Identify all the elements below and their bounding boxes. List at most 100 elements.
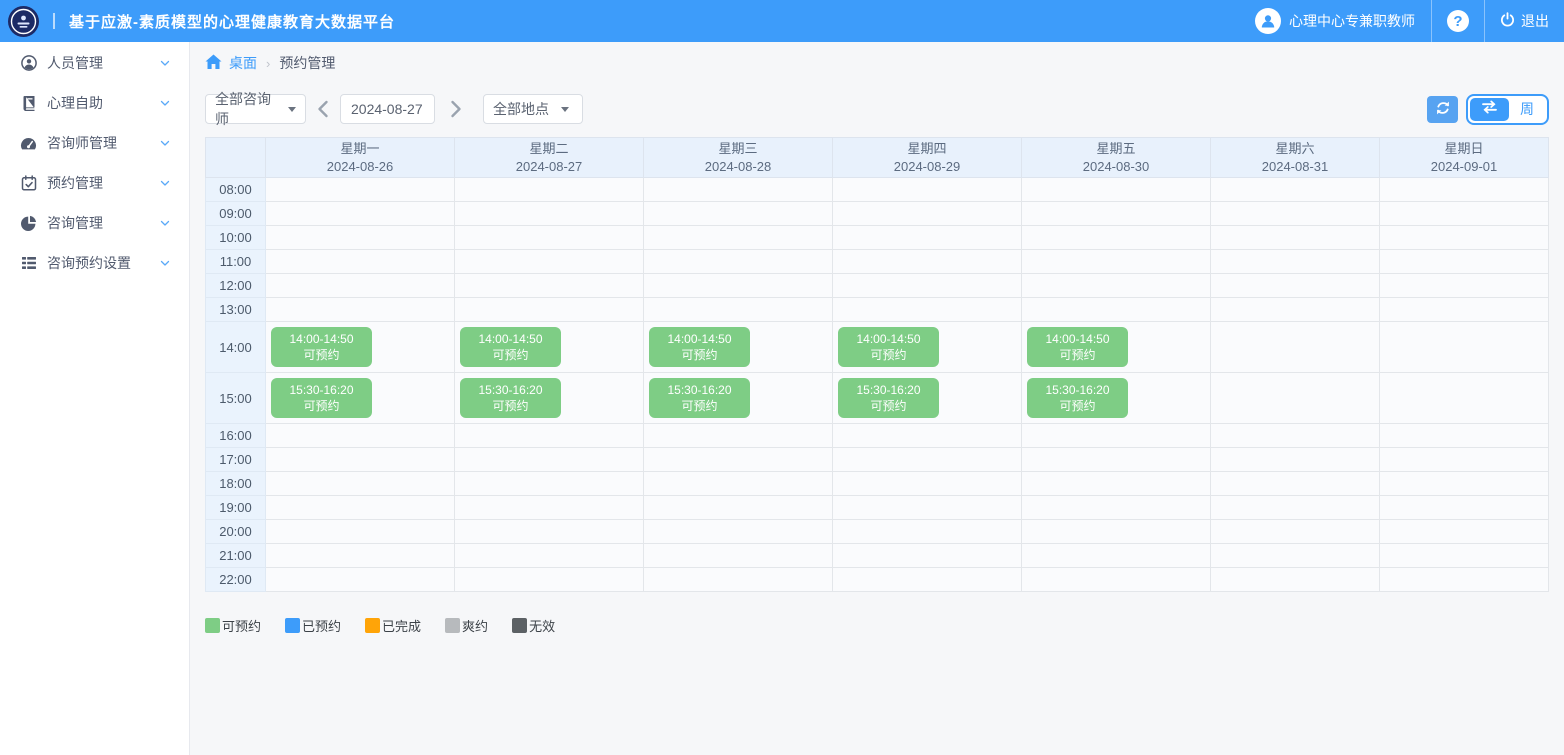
calendar-day-header: 星期六2024-08-31	[1211, 138, 1380, 178]
calendar-cell	[266, 178, 455, 202]
sidebar-item-appointment-management[interactable]: 预约管理	[0, 163, 189, 203]
slot-time-range: 14:00-14:50	[838, 331, 939, 347]
next-week-button[interactable]	[448, 100, 464, 118]
slot-time-range: 14:00-14:50	[649, 331, 750, 347]
calendar-cell	[266, 202, 455, 226]
chevron-down-icon	[561, 107, 569, 112]
legend-swatch	[445, 618, 460, 633]
user-menu[interactable]: 心理中心专兼职教师	[1239, 0, 1431, 42]
view-mode-toggle: 周	[1466, 94, 1549, 125]
calendar-cell	[1211, 496, 1380, 520]
logout-label: 退出	[1521, 11, 1549, 31]
slot-chip[interactable]: 14:00-14:50可预约	[649, 327, 750, 367]
slot-status: 可预约	[460, 347, 561, 363]
breadcrumb-current: 预约管理	[279, 53, 335, 73]
time-label: 17:00	[206, 448, 266, 472]
calendar-cell	[833, 544, 1022, 568]
weekday-label: 星期一	[266, 140, 454, 158]
legend-swatch	[285, 618, 300, 633]
calendar-day-header: 星期三2024-08-28	[644, 138, 833, 178]
swap-view-button[interactable]	[1470, 98, 1509, 121]
calendar-cell	[266, 472, 455, 496]
slot-chip[interactable]: 14:00-14:50可预约	[1027, 327, 1128, 367]
calendar-cell	[833, 448, 1022, 472]
refresh-icon	[1435, 100, 1451, 119]
time-label: 22:00	[206, 568, 266, 592]
chevron-down-icon	[288, 107, 296, 112]
calendar-cell	[1380, 373, 1549, 424]
calendar-cell	[1022, 202, 1211, 226]
calendar-cell	[1022, 520, 1211, 544]
calendar-cell	[644, 298, 833, 322]
calendar-cell	[1022, 544, 1211, 568]
calendar-cell	[1022, 298, 1211, 322]
calendar-cell	[1380, 448, 1549, 472]
breadcrumb-separator: ›	[266, 56, 270, 71]
sidebar-item-counselor-management[interactable]: 咨询师管理	[0, 123, 189, 163]
slot-chip[interactable]: 15:30-16:20可预约	[838, 378, 939, 418]
date-value: 2024-08-27	[351, 101, 423, 117]
calendar-cell	[266, 424, 455, 448]
slot-time-range: 14:00-14:50	[460, 331, 561, 347]
sidebar-item-label: 人员管理	[47, 53, 103, 73]
refresh-button[interactable]	[1427, 96, 1458, 123]
calendar-cell	[266, 520, 455, 544]
calendar-cell	[833, 250, 1022, 274]
calendar-cell	[833, 568, 1022, 592]
main-content: 桌面 › 预约管理 全部咨询师 2024-08-27	[190, 42, 1564, 755]
sidebar-item-consultation-booking-settings[interactable]: 咨询预约设置	[0, 243, 189, 283]
sidebar-menu: 人员管理心理自助咨询师管理预约管理咨询管理咨询预约设置	[0, 42, 190, 755]
time-label: 18:00	[206, 472, 266, 496]
slot-chip[interactable]: 14:00-14:50可预约	[460, 327, 561, 367]
calendar-cell	[1380, 322, 1549, 373]
slot-chip[interactable]: 15:30-16:20可预约	[649, 378, 750, 418]
legend-swatch	[512, 618, 527, 633]
week-view-button[interactable]: 周	[1509, 98, 1545, 121]
counselor-select[interactable]: 全部咨询师	[205, 94, 306, 124]
location-select-value: 全部地点	[493, 99, 549, 119]
calendar-cell	[1022, 274, 1211, 298]
slot-chip[interactable]: 15:30-16:20可预约	[1027, 378, 1128, 418]
sidebar-item-consultation-management[interactable]: 咨询管理	[0, 203, 189, 243]
calendar-cell: 15:30-16:20可预约	[644, 373, 833, 424]
calendar-cell	[1380, 250, 1549, 274]
slot-time-range: 15:30-16:20	[1027, 382, 1128, 398]
book-icon	[20, 95, 37, 112]
previous-week-button[interactable]	[315, 100, 331, 118]
calendar-cell	[1211, 424, 1380, 448]
calendar-cell	[1211, 472, 1380, 496]
breadcrumb-home-link[interactable]: 桌面	[205, 53, 257, 73]
help-icon: ?	[1447, 10, 1469, 32]
calendar-cell	[1380, 424, 1549, 448]
calendar-cell	[455, 424, 644, 448]
help-button[interactable]: ?	[1432, 0, 1484, 42]
sidebar-item-psychological-self-help[interactable]: 心理自助	[0, 83, 189, 123]
calendar-cell	[455, 472, 644, 496]
sidebar-item-personnel-management[interactable]: 人员管理	[0, 43, 189, 83]
calendar-cell	[266, 568, 455, 592]
calendar-cell	[1211, 226, 1380, 250]
location-select[interactable]: 全部地点	[483, 94, 583, 124]
slot-chip[interactable]: 15:30-16:20可预约	[460, 378, 561, 418]
slot-chip[interactable]: 15:30-16:20可预约	[271, 378, 372, 418]
slot-chip[interactable]: 14:00-14:50可预约	[271, 327, 372, 367]
calendar-cell: 14:00-14:50可预约	[455, 322, 644, 373]
chevron-down-icon	[159, 97, 171, 109]
calendar-cell	[1211, 520, 1380, 544]
calendar-cell	[644, 226, 833, 250]
calendar-cell: 15:30-16:20可预约	[266, 373, 455, 424]
slot-status: 可预约	[649, 398, 750, 414]
calendar-check-icon	[20, 175, 37, 192]
calendar-cell	[1380, 544, 1549, 568]
logout-button[interactable]: 退出	[1485, 0, 1564, 42]
breadcrumb-home-label: 桌面	[229, 53, 257, 73]
time-label: 12:00	[206, 274, 266, 298]
calendar-cell	[1380, 178, 1549, 202]
calendar-cell	[1380, 226, 1549, 250]
calendar-cell	[1211, 568, 1380, 592]
legend: 可预约已预约已完成爽约无效	[205, 616, 1549, 635]
slot-chip[interactable]: 14:00-14:50可预约	[838, 327, 939, 367]
calendar-cell	[1211, 178, 1380, 202]
calendar-cell	[1022, 178, 1211, 202]
date-input[interactable]: 2024-08-27	[340, 94, 435, 124]
